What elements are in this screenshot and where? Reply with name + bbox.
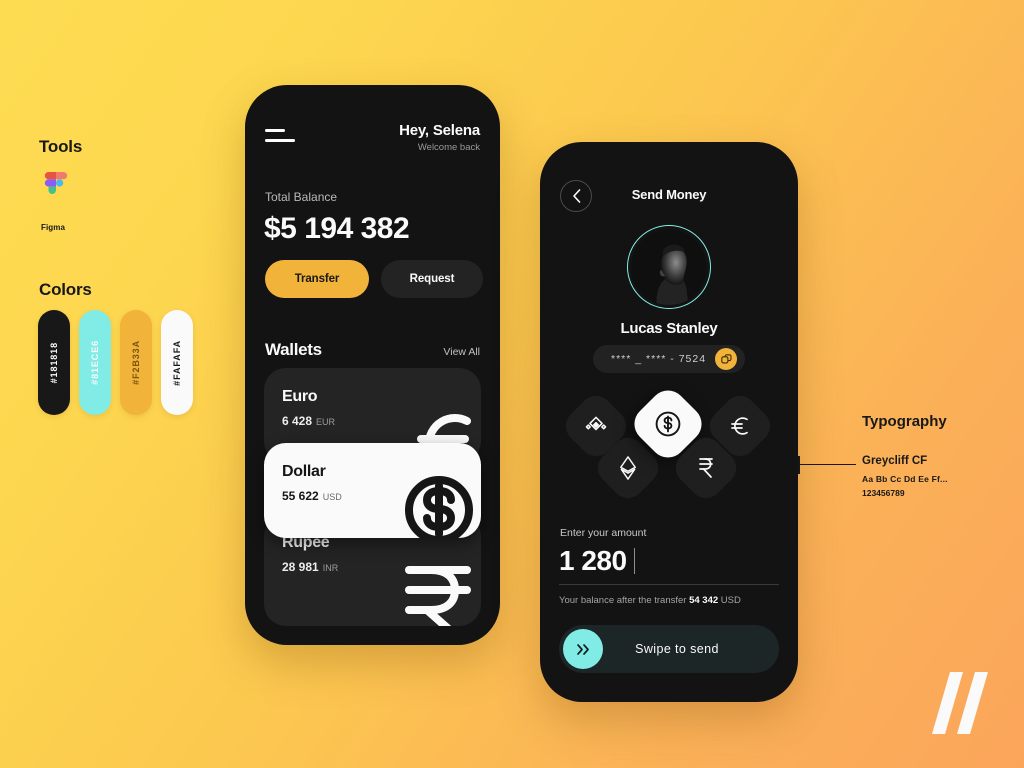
color-swatch: #F2B33A <box>120 310 152 415</box>
currency-selector <box>540 382 798 505</box>
send-money-screen: Send Money Lucas Stanley **** _ **** - 7… <box>540 142 798 702</box>
balance-after-transfer: Your balance after the transfer 54 342 U… <box>559 595 741 606</box>
greeting-name: Hey, Selena <box>399 122 480 139</box>
rupee-icon <box>699 458 713 478</box>
wallet-amount: 6 428 EUR <box>282 414 335 428</box>
contact-name: Lucas Stanley <box>620 320 718 337</box>
amount-value: 1 280 <box>559 545 627 576</box>
home-screen: Hey, Selena Welcome back Total Balance $… <box>245 85 500 645</box>
balance-after-prefix: Your balance after the transfer <box>559 595 690 606</box>
double-slash-logo <box>932 672 988 734</box>
color-swatch-label: #81ECE6 <box>90 340 100 385</box>
card-number-pill: **** _ **** - 7524 <box>593 345 745 373</box>
double-chevron-right-icon <box>576 643 589 655</box>
color-swatch: #FAFAFA <box>161 310 193 415</box>
action-buttons: Transfer Request <box>265 260 483 298</box>
wallet-name: Dollar <box>282 463 326 480</box>
figma-label: Figma <box>41 223 66 232</box>
swipe-knob[interactable] <box>563 629 603 669</box>
wallet-currency: USD <box>322 492 342 502</box>
color-swatch: #181818 <box>38 310 70 415</box>
wallets-title: Wallets <box>265 340 322 359</box>
typography-alphabet: Aa Bb Cc Dd Ee Ff... <box>862 474 948 484</box>
copy-icon <box>720 353 732 363</box>
wallet-amount-value: 55 622 <box>282 489 319 503</box>
balance-label: Total Balance <box>265 190 338 204</box>
greeting-block: Hey, Selena Welcome back <box>399 122 480 153</box>
swipe-label: Swipe to send <box>635 642 719 656</box>
greeting-subtitle: Welcome back <box>417 142 480 153</box>
wallet-amount-value: 6 428 <box>282 414 313 428</box>
rupee-sign-icon <box>405 566 471 626</box>
dollar-circle-icon <box>655 411 681 437</box>
color-swatch-label: #FAFAFA <box>172 339 182 386</box>
typography-font-name: Greycliff CF <box>862 455 928 467</box>
wallet-amount: 55 622 USD <box>282 489 342 503</box>
colors-section-title: Colors <box>39 280 92 299</box>
amount-input[interactable]: 1 280 <box>559 545 636 577</box>
avatar-portrait-icon <box>631 229 707 305</box>
color-swatch: #81ECE6 <box>79 310 111 415</box>
balance-after-value: 54 342 <box>689 595 719 606</box>
wallet-currency: EUR <box>316 417 336 427</box>
balance-after-unit: USD <box>718 595 741 606</box>
swipe-to-send-slider[interactable]: Swipe to send <box>559 625 779 673</box>
connector-line <box>800 464 856 465</box>
connector-endpoint <box>798 456 800 474</box>
phone-mockup-home: Hey, Selena Welcome back Total Balance $… <box>245 85 500 645</box>
avatar <box>627 225 711 309</box>
contact-avatar <box>631 229 707 305</box>
card-number: **** _ **** - 7524 <box>611 353 707 365</box>
typography-section-title: Typography <box>862 413 947 430</box>
wallet-amount-value: 28 981 <box>282 560 319 574</box>
ethereum-icon <box>620 456 636 480</box>
wallet-card[interactable]: Dollar 55 622 USD <box>264 443 481 538</box>
amount-divider <box>559 584 779 585</box>
tools-section-title: Tools <box>39 137 83 156</box>
euro-icon <box>731 417 748 435</box>
color-swatch-list: #181818 #81ECE6 #F2B33A #FAFAFA <box>38 310 193 415</box>
typography-numerals: 123456789 <box>862 488 905 498</box>
dollar-sign-icon <box>405 476 473 538</box>
wallet-currency: INR <box>322 563 339 573</box>
phone-mockup-send: Send Money Lucas Stanley **** _ **** - 7… <box>540 142 798 702</box>
wallets-header: Wallets View All <box>265 340 480 360</box>
wallet-amount: 28 981 INR <box>282 560 338 574</box>
request-button[interactable]: Request <box>381 260 483 298</box>
wallet-name: Euro <box>282 388 318 405</box>
text-caret <box>633 548 636 574</box>
copy-button[interactable] <box>715 348 738 370</box>
binance-coin-icon <box>585 416 607 431</box>
color-swatch-label: #F2B33A <box>131 340 141 385</box>
figma-icon <box>44 172 68 195</box>
color-swatch-label: #181818 <box>49 341 59 384</box>
page-title: Send Money <box>631 187 707 202</box>
balance-amount: $5 194 382 <box>264 212 410 245</box>
transfer-button[interactable]: Transfer <box>265 260 369 298</box>
wallet-list: Euro 6 428 EUR Dollar 55 622 USD Rupee 2… <box>264 368 481 628</box>
amount-label: Enter your amount <box>560 527 647 539</box>
view-all-link[interactable]: View All <box>443 346 480 358</box>
